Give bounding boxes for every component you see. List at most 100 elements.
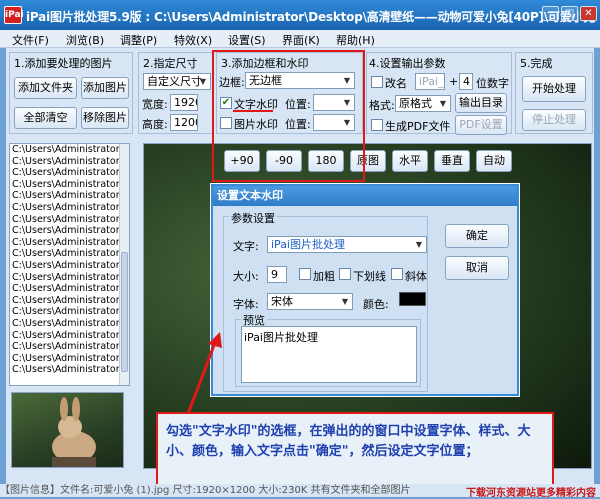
scroll-thumb[interactable] (121, 252, 128, 372)
start-button[interactable]: 开始处理 (522, 76, 586, 102)
list-item[interactable]: C:\Users\Administrator\D (10, 330, 120, 342)
app-icon: iPai (4, 6, 24, 24)
cancel-button[interactable]: 取消 (445, 256, 509, 280)
list-item[interactable]: C:\Users\Administrator\D (10, 341, 120, 353)
list-item[interactable]: C:\Users\Administrator\D (10, 283, 120, 295)
list-item[interactable]: C:\Users\Administrator\D (10, 167, 120, 179)
list-item[interactable]: C:\Users\Administrator\D (10, 306, 120, 318)
menu-interface[interactable]: 界面(K) (282, 32, 320, 48)
preview-box: iPai图片批处理 (241, 326, 417, 383)
list-item[interactable]: C:\Users\Administrator\D (10, 248, 120, 260)
underline-label: 下划线 (353, 270, 386, 283)
file-list[interactable]: C:\Users\Administrator\D C:\Users\Adminis… (9, 143, 130, 386)
file-rows: C:\Users\Administrator\D C:\Users\Adminis… (10, 144, 129, 376)
menu-browse[interactable]: 浏览(B) (66, 32, 104, 48)
digits-input[interactable]: 4 (459, 73, 473, 90)
text-watermark-dialog: 设置文本水印 参数设置 文字: iPai图片批处理 ▼ 大小: 9 加粗 下划线 … (211, 184, 519, 396)
size-mode-select[interactable]: 自定义尺寸 ▼ (143, 73, 211, 90)
plus-label: + (449, 75, 459, 88)
list-item[interactable]: C:\Users\Administrator\D (10, 144, 120, 156)
step4-group: 4.设置输出参数 改名 iPai_ + 4 位数字 格式: 原格式 ▼ 输出目录 … (366, 52, 512, 135)
pdf-settings-button[interactable]: PDF设置 (455, 115, 507, 135)
font-value: 宋体 (271, 295, 293, 308)
menu-effects[interactable]: 特效(X) (174, 32, 212, 48)
underline-checkbox[interactable] (339, 268, 351, 280)
arrow-icon (186, 332, 222, 415)
step2-group: 2.指定尺寸 自定义尺寸▼ 宽度: 1920 高度: 1200 (138, 52, 214, 134)
step1-label: 1.添加要处理的图片 (14, 57, 113, 70)
list-item[interactable]: C:\Users\Administrator\D (10, 237, 120, 249)
chevron-down-icon: ▼ (415, 240, 423, 249)
list-item[interactable]: C:\Users\Administrator\D (10, 225, 120, 237)
rename-prefix-input[interactable]: iPai_ (415, 73, 445, 90)
italic-checkbox[interactable] (391, 268, 403, 280)
font-select[interactable]: 宋体 ▼ (267, 293, 353, 310)
instruction-callout: 勾选"文字水印"的选框，在弹出的的窗口中设置字体、样式、大小、颜色，输入文字点击… (156, 412, 554, 487)
text-label: 文字: (233, 240, 259, 253)
add-folder-button[interactable]: 添加文件夹 (14, 77, 77, 99)
list-item[interactable]: C:\Users\Administrator\D (10, 364, 120, 376)
width-input[interactable]: 1920 (170, 94, 198, 111)
list-item[interactable]: C:\Users\Administrator\D (10, 202, 120, 214)
auto-button[interactable]: 自动 (476, 150, 512, 172)
rename-checkbox[interactable] (371, 76, 383, 88)
height-label: 高度: (142, 118, 168, 131)
highlight-underline (233, 110, 273, 112)
highlight-frame (212, 50, 365, 182)
dialog-title: 设置文本水印 (213, 186, 517, 206)
step2-label: 2.指定尺寸 (143, 57, 198, 70)
list-item[interactable]: C:\Users\Administrator\D (10, 190, 120, 202)
scrollbar[interactable] (119, 144, 129, 385)
list-item[interactable]: C:\Users\Administrator\D (10, 179, 120, 191)
menu-settings[interactable]: 设置(S) (228, 32, 266, 48)
list-item[interactable]: C:\Users\Administrator\D (10, 272, 120, 284)
rename-label: 改名 (385, 77, 407, 90)
italic-label: 斜体 (405, 270, 427, 283)
font-label: 字体: (233, 298, 259, 311)
list-item[interactable]: C:\Users\Administrator\D (10, 214, 120, 226)
step5-group: 5.完成 开始处理 停止处理 (515, 52, 593, 134)
flip-horizontal-button[interactable]: 水平 (392, 150, 428, 172)
size-input[interactable]: 9 (267, 266, 287, 283)
menu-adjust[interactable]: 调整(P) (120, 32, 157, 48)
add-image-button[interactable]: 添加图片 (81, 77, 129, 99)
size-label: 大小: (233, 270, 259, 283)
maximize-button[interactable]: □ (561, 6, 578, 21)
minimize-button[interactable]: ─ (542, 6, 559, 21)
image-thumbnail (11, 392, 124, 468)
clear-all-button[interactable]: 全部清空 (14, 107, 77, 129)
list-item[interactable]: C:\Users\Administrator\D (10, 295, 120, 307)
window-title: iPai图片批处理5.9版 : C:\Users\Administrator\D… (26, 10, 600, 24)
rabbit-icon (52, 397, 96, 467)
format-select[interactable]: 原格式 ▼ (395, 95, 451, 112)
step5-label: 5.完成 (520, 57, 553, 70)
stop-button[interactable]: 停止处理 (522, 109, 586, 131)
bold-label: 加粗 (313, 270, 335, 283)
step4-label: 4.设置输出参数 (369, 57, 446, 70)
generate-pdf-checkbox[interactable] (371, 119, 383, 131)
flip-vertical-button[interactable]: 垂直 (434, 150, 470, 172)
digits-label: 位数字 (476, 77, 509, 90)
menu-help[interactable]: 帮助(H) (336, 32, 375, 48)
chevron-down-icon: ▼ (341, 297, 349, 306)
menu-file[interactable]: 文件(F) (12, 32, 49, 48)
output-dir-button[interactable]: 输出目录 (455, 93, 507, 113)
list-item[interactable]: C:\Users\Administrator\D (10, 260, 120, 272)
params-label: 参数设置 (229, 210, 277, 226)
bold-checkbox[interactable] (299, 268, 311, 280)
preview-text: iPai图片批处理 (244, 331, 318, 344)
height-input[interactable]: 1200 (170, 114, 198, 131)
size-mode-value: 自定义尺寸 (147, 75, 202, 88)
format-value: 原格式 (399, 97, 432, 110)
list-item[interactable]: C:\Users\Administrator\D (10, 156, 120, 168)
format-label: 格式: (369, 99, 395, 112)
color-label: 颜色: (363, 298, 389, 311)
ok-button[interactable]: 确定 (445, 224, 509, 248)
color-swatch[interactable] (399, 292, 426, 306)
remove-image-button[interactable]: 移除图片 (81, 107, 129, 129)
close-button[interactable]: ✕ (580, 6, 597, 21)
chevron-down-icon: ▼ (199, 77, 207, 86)
text-input[interactable]: iPai图片批处理 ▼ (267, 236, 427, 253)
list-item[interactable]: C:\Users\Administrator\D (10, 353, 120, 365)
list-item[interactable]: C:\Users\Administrator\D (10, 318, 120, 330)
